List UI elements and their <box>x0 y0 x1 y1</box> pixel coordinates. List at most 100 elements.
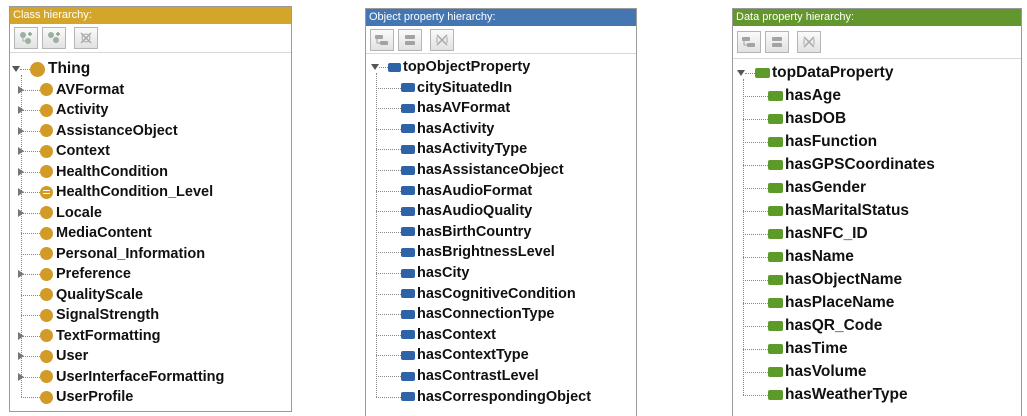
object-property-item[interactable]: hasAudioFormat <box>401 181 532 201</box>
add-sibling-object-property-button[interactable] <box>398 28 422 51</box>
class-hierarchy-panel: Class hierarchy: Thing AVFormat Activity As… <box>9 6 292 412</box>
expand-toggle-icon[interactable] <box>18 167 24 176</box>
expand-toggle-icon[interactable] <box>18 372 24 381</box>
class-tree-item[interactable]: User <box>40 346 88 366</box>
class-tree-item[interactable]: UserProfile <box>40 387 133 407</box>
add-sibling-class-button[interactable] <box>42 27 66 49</box>
add-sibling-data-property-button[interactable] <box>765 31 789 53</box>
data-property-icon <box>768 160 783 170</box>
class-icon <box>40 349 53 363</box>
collapse-toggle-icon[interactable] <box>12 66 20 72</box>
class-tree-item[interactable]: QualityScale <box>40 285 143 305</box>
object-property-item[interactable]: hasContrastLevel <box>401 366 539 386</box>
object-property-item[interactable]: citySituatedIn <box>401 78 512 98</box>
data-property-item[interactable]: hasName <box>768 247 854 267</box>
tree-item-label: citySituatedIn <box>417 79 513 96</box>
object-property-item[interactable]: hasContext <box>401 325 496 345</box>
expand-toggle-icon[interactable] <box>18 126 24 135</box>
delete-object-property-button[interactable] <box>430 28 454 51</box>
class-tree-item[interactable]: SignalStrength <box>40 305 159 325</box>
add-subclass-button[interactable] <box>14 27 38 49</box>
object-property-item[interactable]: hasCognitiveCondition <box>401 284 576 304</box>
data-property-item[interactable]: hasGender <box>768 178 866 198</box>
class-tree-item[interactable]: Personal_Information <box>40 244 205 264</box>
data-property-item[interactable]: hasDOB <box>768 109 846 129</box>
expand-toggle-icon[interactable] <box>18 208 24 217</box>
data-property-icon <box>768 321 783 331</box>
tree-item-label: hasContextType <box>417 347 529 364</box>
object-property-icon <box>401 103 415 113</box>
data-property-item[interactable]: hasAge <box>768 86 841 106</box>
class-icon <box>40 288 53 301</box>
data-property-icon <box>755 68 770 78</box>
tree-item-label: hasPlaceName <box>785 294 895 311</box>
expand-toggle-icon[interactable] <box>18 85 24 94</box>
data-property-item[interactable]: hasGPSCoordinates <box>768 155 935 175</box>
tree-item-label: User <box>56 348 89 364</box>
tree-root-top-object-property[interactable]: topObjectProperty <box>388 57 530 77</box>
expand-toggle-icon[interactable] <box>18 352 24 360</box>
tree-connector <box>21 233 40 234</box>
class-tree-item[interactable]: HealthCondition <box>40 162 168 182</box>
add-sub-data-property-button[interactable] <box>737 31 761 53</box>
tree-connector <box>21 315 40 316</box>
delete-data-property-button[interactable] <box>797 31 821 53</box>
collapse-toggle-icon[interactable] <box>737 70 745 76</box>
object-property-item[interactable]: hasActivity <box>401 119 494 139</box>
object-property-item[interactable]: hasContextType <box>401 345 529 365</box>
expand-toggle-icon[interactable] <box>18 331 24 340</box>
object-property-item[interactable]: hasActivityType <box>401 139 527 159</box>
data-property-item[interactable]: hasWeatherType <box>768 385 908 405</box>
class-tree-item[interactable]: HealthCondition_Level <box>40 182 213 202</box>
data-property-item[interactable]: hasTime <box>768 339 848 359</box>
tree-item-label: hasAge <box>785 87 841 104</box>
tree-item-label: hasTime <box>785 340 848 357</box>
data-property-item[interactable]: hasObjectName <box>768 270 902 290</box>
object-property-item[interactable]: hasAVFormat <box>401 98 510 118</box>
tree-item-label: Locale <box>56 204 102 221</box>
tree-connector <box>376 73 377 397</box>
class-tree-item[interactable]: MediaContent <box>40 223 152 243</box>
data-property-item[interactable]: hasFunction <box>768 132 877 152</box>
object-property-icon <box>401 165 415 175</box>
class-tree-item[interactable]: AssistanceObject <box>40 121 178 141</box>
data-property-icon <box>768 183 783 193</box>
expand-toggle-icon[interactable] <box>18 188 24 196</box>
data-property-icon <box>768 91 783 101</box>
class-tree-item[interactable]: AVFormat <box>40 80 124 100</box>
expand-toggle-icon[interactable] <box>18 106 24 114</box>
add-sub-object-property-button[interactable] <box>370 28 394 51</box>
object-property-item[interactable]: hasAssistanceObject <box>401 160 564 180</box>
data-property-item[interactable]: hasNFC_ID <box>768 224 868 244</box>
expand-toggle-icon[interactable] <box>18 147 24 155</box>
expand-toggle-icon[interactable] <box>18 270 24 278</box>
object-property-icon <box>401 289 415 299</box>
tree-root-thing[interactable]: Thing <box>30 59 90 79</box>
object-property-item[interactable]: hasAudioQuality <box>401 201 532 221</box>
object-property-item[interactable]: hasConnectionType <box>401 304 555 324</box>
class-tree-item[interactable]: UserInterfaceFormatting <box>40 367 224 387</box>
object-property-item[interactable]: hasCorrespondingObject <box>401 387 591 407</box>
object-property-item[interactable]: hasBrightnessLevel <box>401 242 555 262</box>
data-property-item[interactable]: hasMaritalStatus <box>768 201 909 221</box>
tree-item-label: hasCognitiveCondition <box>417 285 576 302</box>
collapse-toggle-icon[interactable] <box>371 64 379 70</box>
data-property-item[interactable]: hasVolume <box>768 362 867 382</box>
delete-class-button[interactable] <box>74 27 98 49</box>
data-property-icon <box>768 298 783 308</box>
class-tree-item[interactable]: Preference <box>40 264 131 284</box>
tree-item-label: hasActivity <box>417 120 495 137</box>
data-property-item[interactable]: hasPlaceName <box>768 293 894 313</box>
data-property-item[interactable]: hasQR_Code <box>768 316 882 336</box>
tree-connector <box>743 326 768 327</box>
class-icon <box>40 103 53 117</box>
tree-connector <box>21 253 40 255</box>
object-property-item[interactable]: hasBirthCountry <box>401 222 531 242</box>
class-tree-item[interactable]: TextFormatting <box>40 326 160 346</box>
object-property-item[interactable]: hasCity <box>401 263 469 283</box>
class-tree-item[interactable]: Activity <box>40 100 108 120</box>
tree-root-top-data-property[interactable]: topDataProperty <box>755 63 893 83</box>
class-tree-item[interactable]: Context <box>40 141 110 161</box>
class-tree-item[interactable]: Locale <box>40 203 102 223</box>
tree-connector <box>745 73 755 74</box>
